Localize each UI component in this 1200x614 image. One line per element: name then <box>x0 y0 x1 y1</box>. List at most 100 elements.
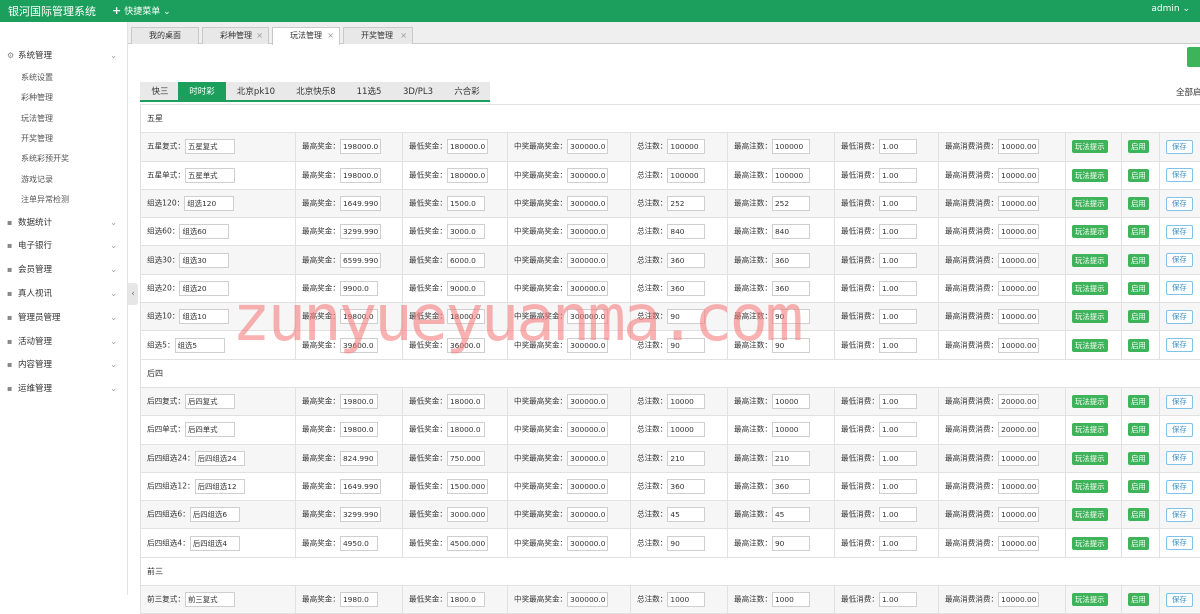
sidebar-group-5[interactable]: ▪管理员管理⌄ <box>0 306 127 330</box>
max-bets-input[interactable]: 90 <box>772 309 810 324</box>
min-prize-input[interactable]: 1500.0 <box>447 196 485 211</box>
min-spend-input[interactable]: 1.00 <box>879 592 917 607</box>
max-bets-input[interactable]: 45 <box>772 507 810 522</box>
min-spend-input[interactable]: 1.00 <box>879 196 917 211</box>
total-bets-input[interactable]: 252 <box>667 196 705 211</box>
play-name-input[interactable]: 组选5 <box>175 338 225 353</box>
min-spend-input[interactable]: 1.00 <box>879 536 917 551</box>
max-spend-input[interactable]: 10000.00 <box>998 479 1039 494</box>
max-prize-input[interactable]: 3299.990 <box>340 507 381 522</box>
enable-button[interactable]: 启用 <box>1128 423 1149 436</box>
max-spend-input[interactable]: 10000.00 <box>998 224 1039 239</box>
play-name-input[interactable]: 后四组选24 <box>195 451 245 466</box>
play-hint-button[interactable]: 玩法提示 <box>1072 169 1108 182</box>
max-win-input[interactable]: 300000.0 <box>567 479 608 494</box>
enable-button[interactable]: 启用 <box>1128 395 1149 408</box>
lottery-tab[interactable]: 11选5 <box>346 82 392 102</box>
min-prize-input[interactable]: 1800.0 <box>447 592 485 607</box>
min-prize-input[interactable]: 36000.0 <box>447 338 485 353</box>
enable-button[interactable]: 启用 <box>1128 508 1149 521</box>
max-spend-input[interactable]: 10000.00 <box>998 338 1039 353</box>
sidebar-group-7[interactable]: ▪内容管理⌄ <box>0 353 127 377</box>
min-spend-input[interactable]: 1.00 <box>879 479 917 494</box>
max-bets-input[interactable]: 100000 <box>772 168 810 183</box>
play-name-input[interactable]: 后四组选6 <box>190 507 240 522</box>
total-bets-input[interactable]: 360 <box>667 253 705 268</box>
min-spend-input[interactable]: 1.00 <box>879 507 917 522</box>
max-win-input[interactable]: 300000.0 <box>567 394 608 409</box>
play-hint-button[interactable]: 玩法提示 <box>1072 593 1108 606</box>
max-win-input[interactable]: 300000.0 <box>567 451 608 466</box>
max-win-input[interactable]: 300000.0 <box>567 422 608 437</box>
play-hint-button[interactable]: 玩法提示 <box>1072 452 1108 465</box>
min-prize-input[interactable]: 180000.0 <box>447 139 488 154</box>
quick-menu-button[interactable]: +快捷菜单 ⌄ <box>112 4 171 17</box>
max-win-input[interactable]: 300000.0 <box>567 536 608 551</box>
total-bets-input[interactable]: 840 <box>667 224 705 239</box>
sidebar-item[interactable]: 游戏记录 <box>0 170 127 190</box>
max-spend-input[interactable]: 20000.00 <box>998 394 1039 409</box>
close-icon[interactable]: × <box>400 28 407 43</box>
max-win-input[interactable]: 300000.0 <box>567 338 608 353</box>
close-icon[interactable]: × <box>327 28 334 43</box>
max-win-input[interactable]: 300000.0 <box>567 224 608 239</box>
total-bets-input[interactable]: 90 <box>667 338 705 353</box>
sidebar-item[interactable]: 玩法管理 <box>0 109 127 129</box>
sidebar-group-0[interactable]: ⚙系统管理⌄ <box>0 44 127 68</box>
total-bets-input[interactable]: 90 <box>667 536 705 551</box>
play-name-input[interactable]: 后四组选4 <box>190 536 240 551</box>
lottery-tab[interactable]: 快三 <box>142 82 178 102</box>
max-bets-input[interactable]: 252 <box>772 196 810 211</box>
min-spend-input[interactable]: 1.00 <box>879 451 917 466</box>
max-bets-input[interactable]: 90 <box>772 338 810 353</box>
max-bets-input[interactable]: 90 <box>772 536 810 551</box>
play-name-input[interactable]: 前三复式 <box>185 592 235 607</box>
max-bets-input[interactable]: 100000 <box>772 139 810 154</box>
tab-3[interactable]: 开奖管理× <box>343 27 413 44</box>
total-bets-input[interactable]: 10000 <box>667 422 705 437</box>
lottery-tab[interactable]: 北京快乐8 <box>286 82 346 102</box>
sidebar-item[interactable]: 系统彩预开奖 <box>0 149 127 169</box>
min-prize-input[interactable]: 18000.0 <box>447 422 485 437</box>
sidebar-item[interactable]: 注单异常检测 <box>0 190 127 210</box>
max-bets-input[interactable]: 1000 <box>772 592 810 607</box>
enable-button[interactable]: 启用 <box>1128 339 1149 352</box>
max-prize-input[interactable]: 19800.0 <box>340 394 378 409</box>
enable-button[interactable]: 启用 <box>1128 254 1149 267</box>
min-spend-input[interactable]: 1.00 <box>879 168 917 183</box>
max-win-input[interactable]: 300000.0 <box>567 139 608 154</box>
lottery-tab[interactable]: 北京pk10 <box>226 82 286 102</box>
play-hint-button[interactable]: 玩法提示 <box>1072 310 1108 323</box>
max-win-input[interactable]: 300000.0 <box>567 168 608 183</box>
min-spend-input[interactable]: 1.00 <box>879 338 917 353</box>
save-button[interactable]: 保存 <box>1166 225 1193 239</box>
sidebar-item[interactable]: 彩种管理 <box>0 88 127 108</box>
max-spend-input[interactable]: 10000.00 <box>998 451 1039 466</box>
total-bets-input[interactable]: 210 <box>667 451 705 466</box>
save-button[interactable]: 保存 <box>1166 423 1193 437</box>
sidebar-group-3[interactable]: ▪会员管理⌄ <box>0 258 127 282</box>
tab-1[interactable]: 彩种管理× <box>202 27 269 44</box>
enable-button[interactable]: 启用 <box>1128 140 1149 153</box>
max-bets-input[interactable]: 210 <box>772 451 810 466</box>
max-prize-input[interactable]: 39600.0 <box>340 338 378 353</box>
tab-0[interactable]: 我的桌面 <box>131 27 199 44</box>
total-bets-input[interactable]: 10000 <box>667 394 705 409</box>
lottery-tab[interactable]: 六合彩 <box>444 82 490 102</box>
enable-button[interactable]: 启用 <box>1128 480 1149 493</box>
total-bets-input[interactable]: 100000 <box>667 139 705 154</box>
play-hint-button[interactable]: 玩法提示 <box>1072 537 1108 550</box>
play-name-input[interactable]: 组选30 <box>179 253 229 268</box>
max-bets-input[interactable]: 360 <box>772 281 810 296</box>
play-name-input[interactable]: 五星复式 <box>185 139 235 154</box>
play-name-input[interactable]: 后四单式 <box>185 422 235 437</box>
enable-button[interactable]: 启用 <box>1128 169 1149 182</box>
sidebar-group-2[interactable]: ▪电子银行⌄ <box>0 234 127 258</box>
min-spend-input[interactable]: 1.00 <box>879 309 917 324</box>
play-name-input[interactable]: 后四复式 <box>185 394 235 409</box>
max-prize-input[interactable]: 6599.990 <box>340 253 381 268</box>
enable-button[interactable]: 启用 <box>1128 310 1149 323</box>
sidebar-group-4[interactable]: ▪真人视讯⌄ <box>0 282 127 306</box>
save-button[interactable]: 保存 <box>1166 536 1193 550</box>
max-spend-input[interactable]: 10000.00 <box>998 536 1039 551</box>
